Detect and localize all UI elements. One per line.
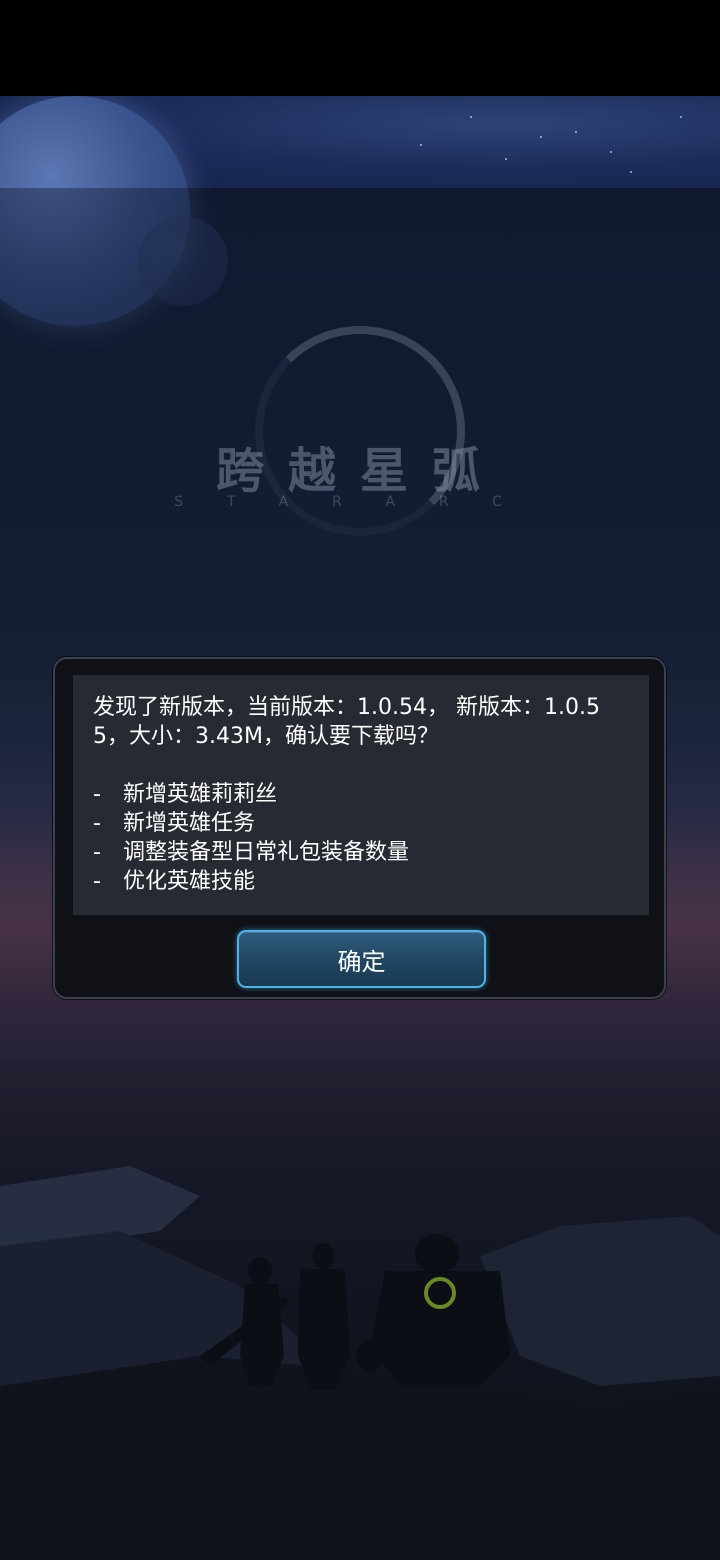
heroes-landscape-illustration: [0, 1166, 720, 1560]
game-logo: 跨越星弧 STARARC: [140, 326, 580, 536]
confirm-button[interactable]: 确定: [237, 930, 486, 988]
update-info-panel: 发现了新版本，当前版本：1.0.54， 新版本：1.0.55，大小：3.43M，…: [73, 675, 649, 915]
changelog-text: 新增英雄任务: [123, 811, 256, 836]
update-dialog: 发现了新版本，当前版本：1.0.54， 新版本：1.0.55，大小：3.43M，…: [53, 657, 666, 999]
changelog-item: - 优化英雄技能: [93, 867, 629, 896]
list-bullet: -: [93, 782, 101, 807]
update-message: 发现了新版本，当前版本：1.0.54， 新版本：1.0.55，大小：3.43M，…: [93, 695, 600, 749]
list-bullet: -: [93, 869, 101, 894]
list-bullet: -: [93, 811, 101, 836]
status-bar: [0, 0, 720, 96]
logo-subtitle: STARARC: [174, 494, 546, 510]
changelog-item: - 调整装备型日常礼包装备数量: [93, 838, 629, 867]
changelog-text: 优化英雄技能: [123, 869, 256, 894]
changelog-list: - 新增英雄莉莉丝 - 新增英雄任务 - 调整装备型日常礼包装备数量 - 优化英雄技能: [93, 780, 629, 896]
changelog-text: 调整装备型日常礼包装备数量: [123, 840, 410, 865]
distant-planet-image: [138, 216, 228, 306]
changelog-item: - 新增英雄莉莉丝: [93, 780, 629, 809]
changelog-item: - 新增英雄任务: [93, 809, 629, 838]
list-bullet: -: [93, 840, 101, 865]
logo-title: 跨越星弧: [215, 443, 504, 499]
changelog-text: 新增英雄莉莉丝: [123, 782, 278, 807]
